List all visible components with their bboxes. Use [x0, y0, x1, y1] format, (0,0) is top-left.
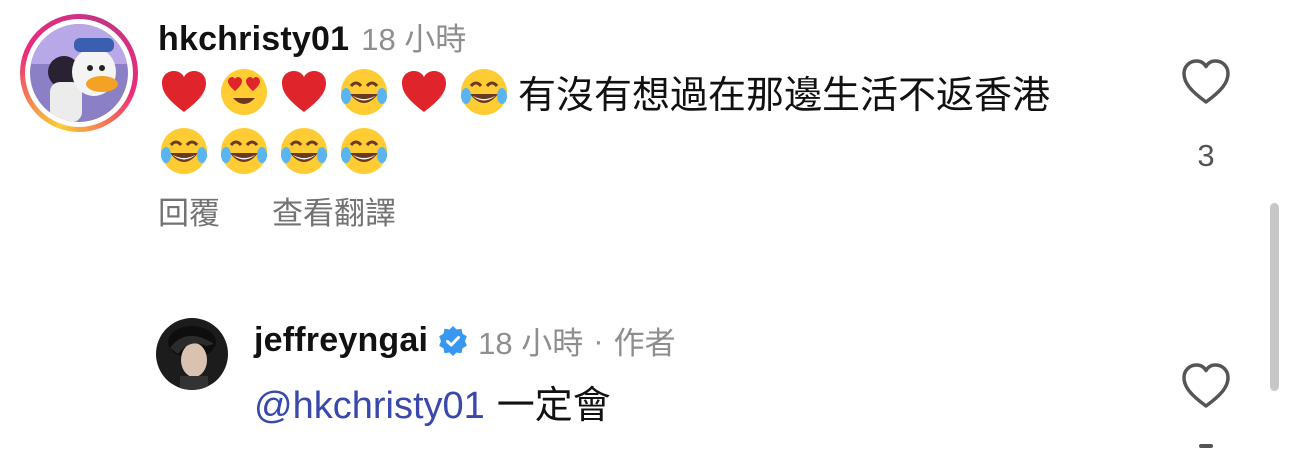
- author-label: 作者: [613, 326, 676, 361]
- tears-of-joy-icon: [221, 128, 267, 174]
- heart-outline-icon[interactable]: [1180, 58, 1232, 106]
- avatar-ring-gap: [25, 19, 133, 127]
- scrollbar[interactable]: [1270, 203, 1279, 391]
- comment-body-text: 有沒有想過在那邊生活不返香港: [518, 75, 1051, 117]
- red-heart-icon: [162, 71, 206, 112]
- verified-badge-icon: [439, 325, 467, 356]
- tears-of-joy-icon: [461, 69, 507, 115]
- heart-eyes-icon: [221, 69, 267, 115]
- username-link[interactable]: hkchristy01: [158, 20, 349, 59]
- comment-line-1: 有沒有想過在那邊生活不返香港: [158, 66, 1118, 125]
- heart-outline-icon[interactable]: [1180, 362, 1232, 410]
- tears-of-joy-icon: [281, 128, 327, 174]
- comment-header: jeffreyngai 18 小時 · 作者: [254, 318, 676, 363]
- comment-line-2: [158, 125, 1118, 184]
- comment-text: @hkchristy01 一定會: [254, 374, 611, 429]
- comment-timestamp: 18 小時: [361, 22, 467, 57]
- see-translation-button[interactable]: 查看翻譯: [272, 188, 396, 233]
- avatar[interactable]: [156, 318, 228, 390]
- reply-button[interactable]: 回覆: [158, 188, 220, 233]
- like-count-partial: [1199, 444, 1213, 448]
- story-ring-avatar-hkchristy01[interactable]: [20, 14, 138, 132]
- username-link[interactable]: jeffreyngai: [254, 321, 428, 360]
- red-heart-icon: [282, 71, 326, 112]
- red-heart-icon: [402, 71, 446, 112]
- comments-panel: hkchristy01 18 小時 有沒有想過在那邊生活不返香港 回覆 查看翻譯…: [0, 0, 1290, 451]
- separator-dot: ·: [593, 322, 604, 358]
- tears-of-joy-icon: [161, 128, 207, 174]
- comment-header: hkchristy01 18 小時: [158, 14, 466, 59]
- tears-of-joy-icon: [341, 69, 387, 115]
- comment-text: 有沒有想過在那邊生活不返香港: [158, 66, 1118, 184]
- tears-of-joy-icon: [341, 128, 387, 174]
- like-count[interactable]: 3: [1180, 138, 1232, 174]
- comment-actions: 回覆 查看翻譯: [158, 188, 396, 233]
- comment-body-text: 一定會: [496, 385, 611, 427]
- mention-link[interactable]: @hkchristy01: [254, 385, 485, 427]
- comment-timestamp: 18 小時: [478, 326, 584, 361]
- avatar: [30, 24, 128, 122]
